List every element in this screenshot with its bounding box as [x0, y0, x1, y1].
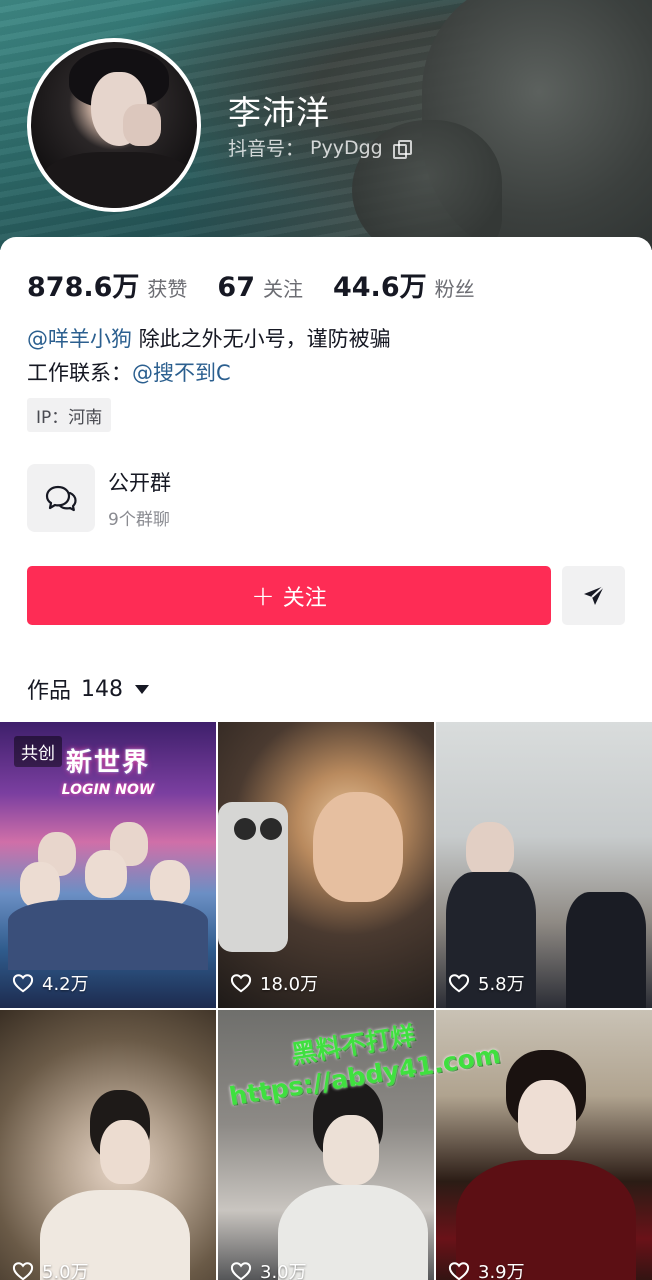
bio-line-2: 工作联系：@搜不到C — [27, 356, 391, 390]
caret-down-icon — [135, 684, 150, 694]
works-label: 作品 — [27, 679, 72, 704]
video-thumbnail[interactable]: 新世界 LOGIN NOW 共创 4.2万 — [0, 722, 216, 1008]
group-chat-icon — [27, 464, 95, 532]
thumbnail-subtitle: LOGIN NOW — [61, 782, 155, 798]
profile-bio: @咩羊小狗 除此之外无小号，谨防被骗 工作联系：@搜不到C — [27, 322, 391, 390]
heart-icon — [230, 974, 252, 993]
stat-label: 关注 — [262, 277, 303, 301]
stat-number: 67 — [217, 272, 255, 303]
stat-number: 878.6万 — [27, 272, 140, 303]
stat-following[interactable]: 67 关注 — [217, 272, 303, 303]
profile-stats: 878.6万 获赞 67 关注 44.6万 粉丝 — [27, 265, 505, 304]
copy-icon[interactable] — [392, 139, 412, 159]
works-tab[interactable]: 作品 148 — [27, 673, 150, 705]
bio-mention-link[interactable]: @咩羊小狗 — [27, 327, 132, 351]
handle-label: 抖音号： — [228, 138, 305, 160]
group-subtitle: 9个群聊 — [108, 509, 170, 530]
stat-label: 粉丝 — [434, 277, 475, 301]
handle-value: PyyDgg — [310, 136, 383, 159]
stat-label: 获赞 — [147, 277, 188, 301]
video-thumbnail[interactable]: 18.0万 — [218, 722, 434, 1008]
video-thumbnail[interactable]: 5.8万 — [436, 722, 652, 1008]
follow-button[interactable]: + 关注 — [27, 566, 551, 625]
avatar[interactable] — [27, 38, 201, 212]
profile-handle[interactable]: 抖音号： PyyDgg — [228, 134, 412, 161]
public-group-entry[interactable]: 公开群 9个群聊 — [27, 464, 171, 532]
like-count: 18.0万 — [230, 970, 318, 996]
contact-mention-link[interactable]: @搜不到C — [132, 361, 231, 385]
bio-line-1: @咩羊小狗 除此之外无小号，谨防被骗 — [27, 322, 391, 356]
like-count: 5.0万 — [12, 1258, 89, 1280]
like-count: 5.8万 — [448, 970, 525, 996]
bio-text: 除此之外无小号，谨防被骗 — [132, 327, 391, 351]
stat-likes[interactable]: 878.6万 获赞 — [27, 265, 187, 304]
heart-icon — [448, 1262, 470, 1280]
works-count: 148 — [81, 676, 124, 702]
heart-icon — [12, 1262, 34, 1280]
share-button[interactable] — [562, 566, 625, 625]
stat-followers[interactable]: 44.6万 粉丝 — [333, 265, 475, 304]
plus-icon: + — [251, 578, 275, 612]
co-create-badge: 共创 — [14, 736, 62, 767]
video-grid: 新世界 LOGIN NOW 共创 4.2万 18.0万 5.8万 5.0万 3.… — [0, 722, 652, 1280]
video-thumbnail[interactable]: 5.0万 — [0, 1010, 216, 1280]
like-count: 3.9万 — [448, 1258, 525, 1280]
ip-location-badge: IP：河南 — [27, 398, 112, 432]
heart-icon — [448, 974, 470, 993]
heart-icon — [230, 1262, 252, 1280]
contact-label: 工作联系： — [27, 361, 132, 385]
follow-label: 关注 — [282, 585, 327, 611]
stat-number: 44.6万 — [332, 272, 427, 303]
like-count: 4.2万 — [12, 970, 89, 996]
send-icon — [583, 584, 605, 605]
like-count: 3.0万 — [230, 1258, 307, 1280]
profile-name: 李沛洋 — [228, 93, 330, 132]
heart-icon — [12, 974, 34, 993]
group-title: 公开群 — [108, 470, 171, 495]
